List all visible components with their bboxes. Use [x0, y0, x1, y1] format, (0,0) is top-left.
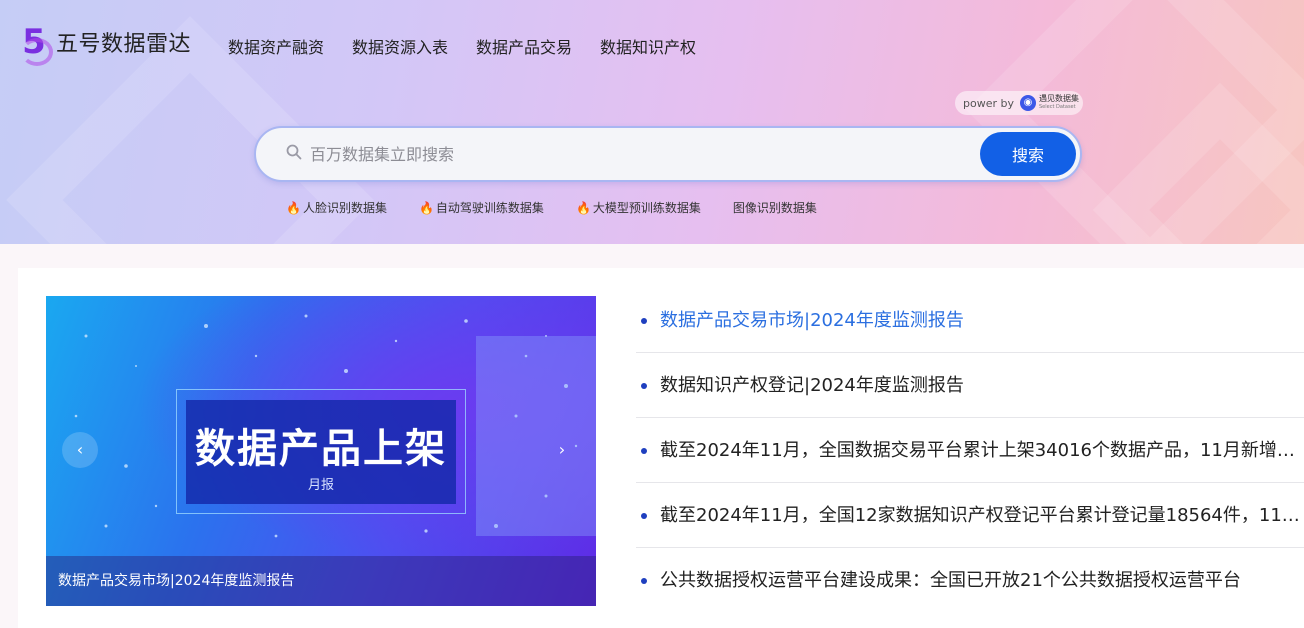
powered-by-label: power by [963, 96, 1014, 110]
brand-name: 五号数据雷达 [56, 32, 192, 57]
banner-subtitle: 月报 [307, 478, 334, 493]
news-item[interactable]: 公共数据授权运营平台建设成果：全国已开放21个公共数据授权运营平台 [636, 548, 1304, 613]
main-nav: 数据资产融资 数据资源入表 数据产品交易 数据知识产权 [228, 34, 724, 58]
hot-tag-label: 人脸识别数据集 [302, 201, 387, 215]
search-input[interactable] [310, 138, 970, 170]
nav-item-ip[interactable]: 数据知识产权 [600, 34, 696, 58]
hot-tag-label: 图像识别数据集 [732, 201, 817, 215]
content-panel: 数据产品上架 月报 ‹ › 数据产品交易市场|2024年度监测报告 数据产品交易… [18, 268, 1304, 628]
nav-item-product-trading[interactable]: 数据产品交易 [476, 34, 572, 58]
hot-tag-label: 自动驾驶训练数据集 [435, 201, 544, 215]
banner-title-box: 数据产品上架 月报 [186, 400, 456, 504]
search-icon [286, 144, 302, 160]
fire-icon: 🔥 [286, 200, 301, 215]
banner-title: 数据产品上架 [195, 426, 447, 472]
nav-item-resource-booking[interactable]: 数据资源入表 [352, 34, 448, 58]
carousel[interactable]: 数据产品上架 月报 ‹ › 数据产品交易市场|2024年度监测报告 [46, 296, 596, 606]
powered-brand-en: Select Dataset [1039, 104, 1076, 110]
fire-icon: 🔥 [418, 200, 434, 215]
search-button[interactable]: 搜索 [980, 132, 1076, 176]
news-item[interactable]: 截至2024年11月，全国数据交易平台累计上架34016个数据产品，11月新增上… [636, 418, 1304, 483]
select-dataset-logo-icon: ◉ [1020, 95, 1036, 111]
news-item[interactable]: 数据产品交易市场|2024年度监测报告 [636, 288, 1304, 353]
powered-brand-cn: 遇见数据集 [1039, 94, 1079, 103]
powered-brand: 遇见数据集 Select Dataset [1039, 94, 1079, 112]
hot-tag-autonomous-driving[interactable]: 🔥 自动驾驶训练数据集 [419, 199, 544, 216]
search-bar: 搜索 [254, 126, 1082, 182]
site-logo[interactable]: 5 五号数据雷达 [18, 24, 192, 66]
nav-item-asset-financing[interactable]: 数据资产融资 [228, 34, 324, 58]
hot-tag-face-recognition[interactable]: 🔥 人脸识别数据集 [286, 199, 387, 216]
carousel-prev-button[interactable]: ‹ [62, 432, 98, 468]
banner-caption[interactable]: 数据产品交易市场|2024年度监测报告 [46, 556, 596, 606]
powered-by-badge[interactable]: power by ◉ 遇见数据集 Select Dataset [955, 91, 1083, 115]
news-item[interactable]: 数据知识产权登记|2024年度监测报告 [636, 353, 1304, 418]
hero-banner: 5 五号数据雷达 数据资产融资 数据资源入表 数据产品交易 数据知识产权 pow… [0, 0, 1304, 244]
hot-tags: 🔥 人脸识别数据集 🔥 自动驾驶训练数据集 🔥 大模型预训练数据集 图像识别数据… [286, 199, 849, 216]
fire-icon: 🔥 [575, 200, 591, 215]
news-item[interactable]: 截至2024年11月，全国12家数据知识产权登记平台累计登记量18564件，11… [636, 483, 1304, 548]
hot-tag-llm-pretraining[interactable]: 🔥 大模型预训练数据集 [576, 199, 701, 216]
five-radar-logo-icon: 5 [18, 24, 53, 66]
hot-tag-image-recognition[interactable]: 图像识别数据集 [733, 199, 817, 216]
hot-tag-label: 大模型预训练数据集 [592, 201, 701, 215]
news-list: 数据产品交易市场|2024年度监测报告 数据知识产权登记|2024年度监测报告 … [636, 288, 1304, 613]
carousel-next-button[interactable]: › [544, 432, 580, 468]
